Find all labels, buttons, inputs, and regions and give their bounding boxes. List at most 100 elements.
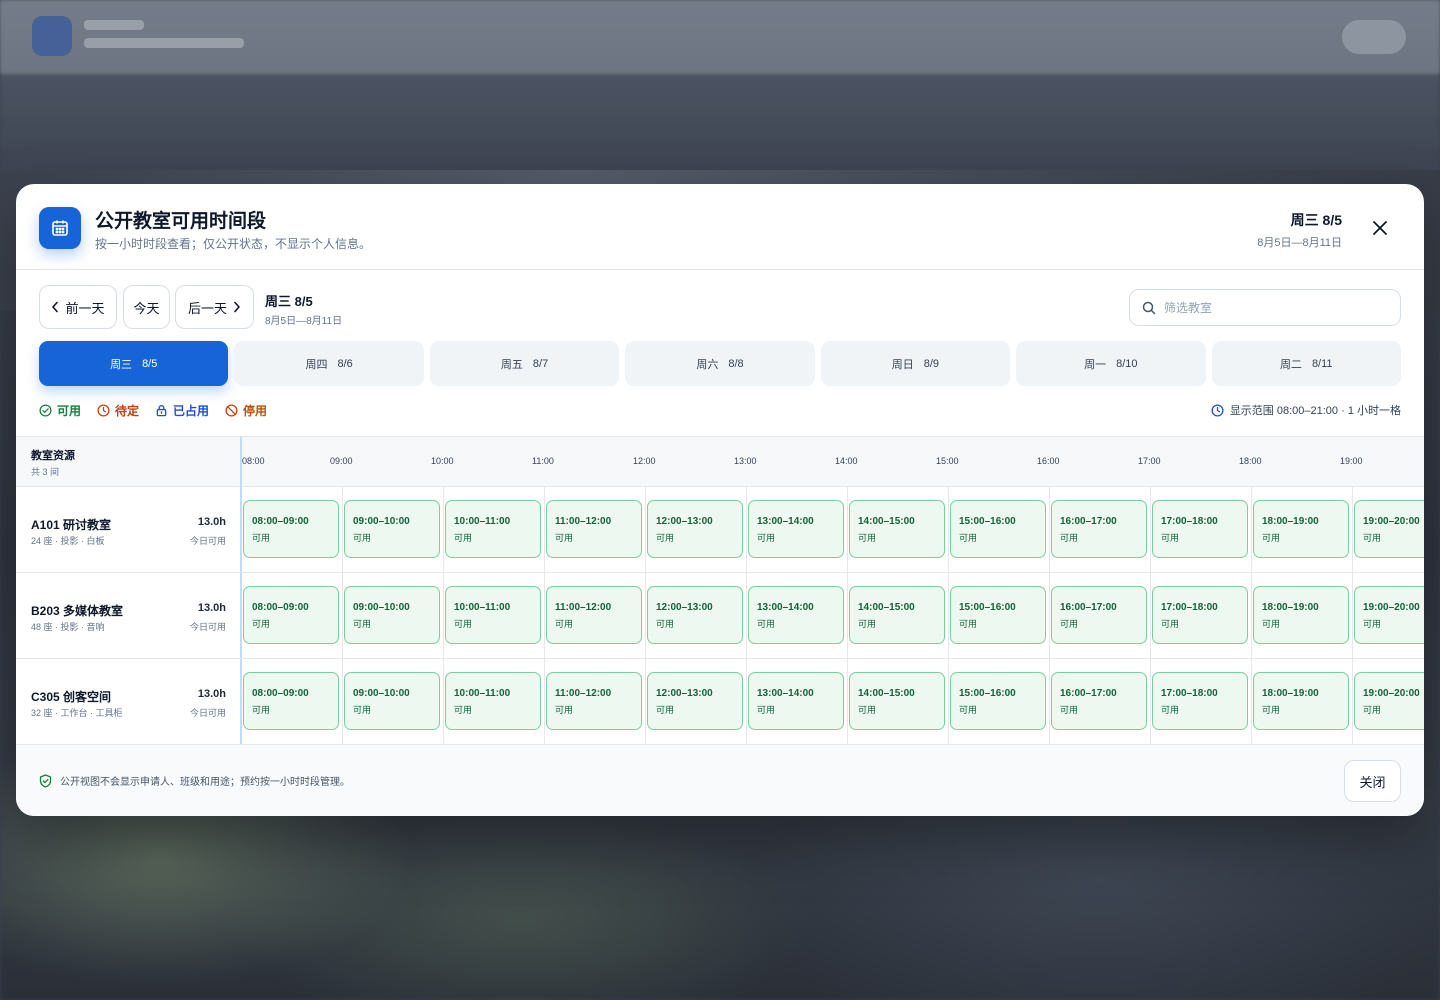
slot-status: 可用 — [959, 533, 978, 543]
day-tab[interactable]: 周二 8/11 — [1211, 341, 1401, 386]
hour-label: 15:00 — [936, 456, 959, 466]
day-tab[interactable]: 周五 8/7 — [429, 341, 620, 386]
hour-divider — [544, 487, 545, 572]
time-slot[interactable]: 14:00–15:00 可用 — [849, 500, 945, 558]
time-slot[interactable]: 13:00–14:00 可用 — [748, 586, 844, 644]
today-button[interactable]: 今天 — [123, 285, 170, 329]
time-slot[interactable]: 09:00–10:00 可用 — [344, 500, 440, 558]
calendar-icon — [39, 207, 81, 249]
hour-label: 12:00 — [633, 456, 656, 466]
hour-divider — [847, 659, 848, 744]
close-button[interactable]: 关闭 — [1344, 760, 1401, 802]
day-tab[interactable]: 周四 8/6 — [234, 341, 424, 386]
slot-status: 可用 — [959, 619, 978, 629]
day-tab-date: 8/5 — [142, 357, 158, 370]
time-slot[interactable]: 19:00–20:00 可用 — [1354, 586, 1424, 644]
time-slot[interactable]: 16:00–17:00 可用 — [1051, 672, 1147, 730]
time-slot[interactable]: 10:00–11:00 可用 — [445, 500, 541, 558]
slot-time: 18:00–19:00 — [1262, 516, 1319, 527]
time-slot[interactable]: 12:00–13:00 可用 — [647, 500, 743, 558]
room-timeline: 08:00–09:00 可用 09:00–10:00 可用 10:00–11:00 可用 1… — [240, 487, 1424, 572]
room-row: A101 研讨教室 24 座 · 投影 · 白板 13.0h 今日可用 08:00–09… — [16, 487, 1424, 573]
slot-time: 08:00–09:00 — [252, 602, 309, 613]
room-filter[interactable] — [1129, 289, 1401, 326]
time-slot[interactable]: 10:00–11:00 可用 — [445, 672, 541, 730]
day-tab[interactable]: 周一 8/10 — [1016, 341, 1206, 386]
hour-label: 09:00 — [330, 456, 353, 466]
day-tab[interactable]: 周六 8/8 — [625, 341, 815, 386]
day-tab[interactable]: 周日 8/9 — [820, 341, 1011, 386]
legend-disabled: 停用 — [225, 402, 267, 419]
time-slot[interactable]: 18:00–19:00 可用 — [1253, 586, 1349, 644]
close-icon[interactable] — [1370, 218, 1390, 238]
hour-label: 19:00 — [1340, 456, 1363, 466]
slot-status: 可用 — [1060, 619, 1079, 629]
room-hours-label: 今日可用 — [189, 536, 226, 546]
time-slot[interactable]: 13:00–14:00 可用 — [748, 500, 844, 558]
slot-status: 可用 — [353, 705, 372, 715]
time-slot[interactable]: 17:00–18:00 可用 — [1152, 586, 1248, 644]
time-slot[interactable]: 11:00–12:00 可用 — [546, 500, 642, 558]
next-day-button[interactable]: 后一天 — [175, 285, 254, 329]
time-slot[interactable]: 11:00–12:00 可用 — [546, 586, 642, 644]
slot-time: 11:00–12:00 — [555, 602, 612, 613]
prev-day-button[interactable]: 前一天 — [39, 285, 117, 329]
time-slot[interactable]: 08:00–09:00 可用 — [243, 672, 339, 730]
time-slot[interactable]: 12:00–13:00 可用 — [647, 586, 743, 644]
slot-time: 17:00–18:00 — [1161, 688, 1218, 699]
date-toolbar: 前一天 今天 后一天 周三 8/5 8月5日—8月11日 — [39, 285, 1401, 329]
time-slot[interactable]: 11:00–12:00 可用 — [546, 672, 642, 730]
slot-time: 15:00–16:00 — [959, 516, 1016, 527]
day-tab-date: 8/9 — [923, 357, 940, 370]
legend-available-label: 可用 — [57, 404, 82, 418]
time-slot[interactable]: 08:00–09:00 可用 — [243, 586, 339, 644]
time-slot[interactable]: 15:00–16:00 可用 — [950, 672, 1046, 730]
slot-time: 14:00–15:00 — [858, 516, 915, 527]
slot-status: 可用 — [656, 619, 675, 629]
slot-status: 可用 — [656, 533, 675, 543]
slot-status: 可用 — [1363, 619, 1382, 629]
time-slot[interactable]: 10:00–11:00 可用 — [445, 586, 541, 644]
hour-divider — [342, 659, 343, 744]
day-tab[interactable]: 周三 8/5 — [39, 341, 229, 386]
prev-day-label: 前一天 — [65, 300, 105, 316]
time-slot[interactable]: 09:00–10:00 可用 — [344, 586, 440, 644]
time-slot[interactable]: 08:00–09:00 可用 — [243, 500, 339, 558]
room-filter-input[interactable] — [1164, 300, 1384, 315]
time-slot[interactable]: 13:00–14:00 可用 — [748, 672, 844, 730]
time-slot[interactable]: 15:00–16:00 可用 — [950, 500, 1046, 558]
time-slot[interactable]: 17:00–18:00 可用 — [1152, 500, 1248, 558]
time-slot[interactable]: 16:00–17:00 可用 — [1051, 500, 1147, 558]
room-rows: A101 研讨教室 24 座 · 投影 · 白板 13.0h 今日可用 08:00–09… — [16, 487, 1424, 745]
room-name: B203 多媒体教室 — [31, 604, 124, 618]
day-tab-date: 8/8 — [728, 357, 744, 370]
slot-time: 13:00–14:00 — [757, 602, 814, 613]
slot-status: 可用 — [656, 705, 675, 715]
slot-status: 可用 — [1161, 533, 1180, 543]
next-day-label: 后一天 — [187, 300, 227, 316]
hour-divider — [544, 659, 545, 744]
time-slot[interactable]: 19:00–20:00 可用 — [1354, 500, 1424, 558]
time-slot[interactable]: 14:00–15:00 可用 — [849, 586, 945, 644]
time-slot[interactable]: 14:00–15:00 可用 — [849, 672, 945, 730]
slot-status: 可用 — [454, 619, 473, 629]
time-slot[interactable]: 18:00–19:00 可用 — [1253, 500, 1349, 558]
time-slot[interactable]: 18:00–19:00 可用 — [1253, 672, 1349, 730]
hour-divider — [1049, 573, 1050, 658]
time-slot[interactable]: 12:00–13:00 可用 — [647, 672, 743, 730]
time-slot[interactable]: 19:00–20:00 可用 — [1354, 672, 1424, 730]
slot-time: 11:00–12:00 — [555, 516, 612, 527]
time-slot[interactable]: 15:00–16:00 可用 — [950, 586, 1046, 644]
shield-check-icon — [39, 773, 52, 788]
availability-grid: 教室资源 共 3 间 08:00 09:00 10:00 11:00 12:00 13:0… — [16, 436, 1424, 745]
day-tab-date: 8/10 — [1116, 357, 1138, 370]
time-slot[interactable]: 16:00–17:00 可用 — [1051, 586, 1147, 644]
modal-footer: 公开视图不会显示申请人、班级和用途；预约按一小时时段管理。 关闭 — [16, 744, 1424, 816]
slot-status: 可用 — [555, 619, 574, 629]
time-slot[interactable]: 09:00–10:00 可用 — [344, 672, 440, 730]
day-tab-weekday: 周三 — [110, 358, 133, 371]
time-slot[interactable]: 17:00–18:00 可用 — [1152, 672, 1248, 730]
hour-divider — [1049, 659, 1050, 744]
hour-divider — [746, 487, 747, 572]
hour-divider — [847, 573, 848, 658]
